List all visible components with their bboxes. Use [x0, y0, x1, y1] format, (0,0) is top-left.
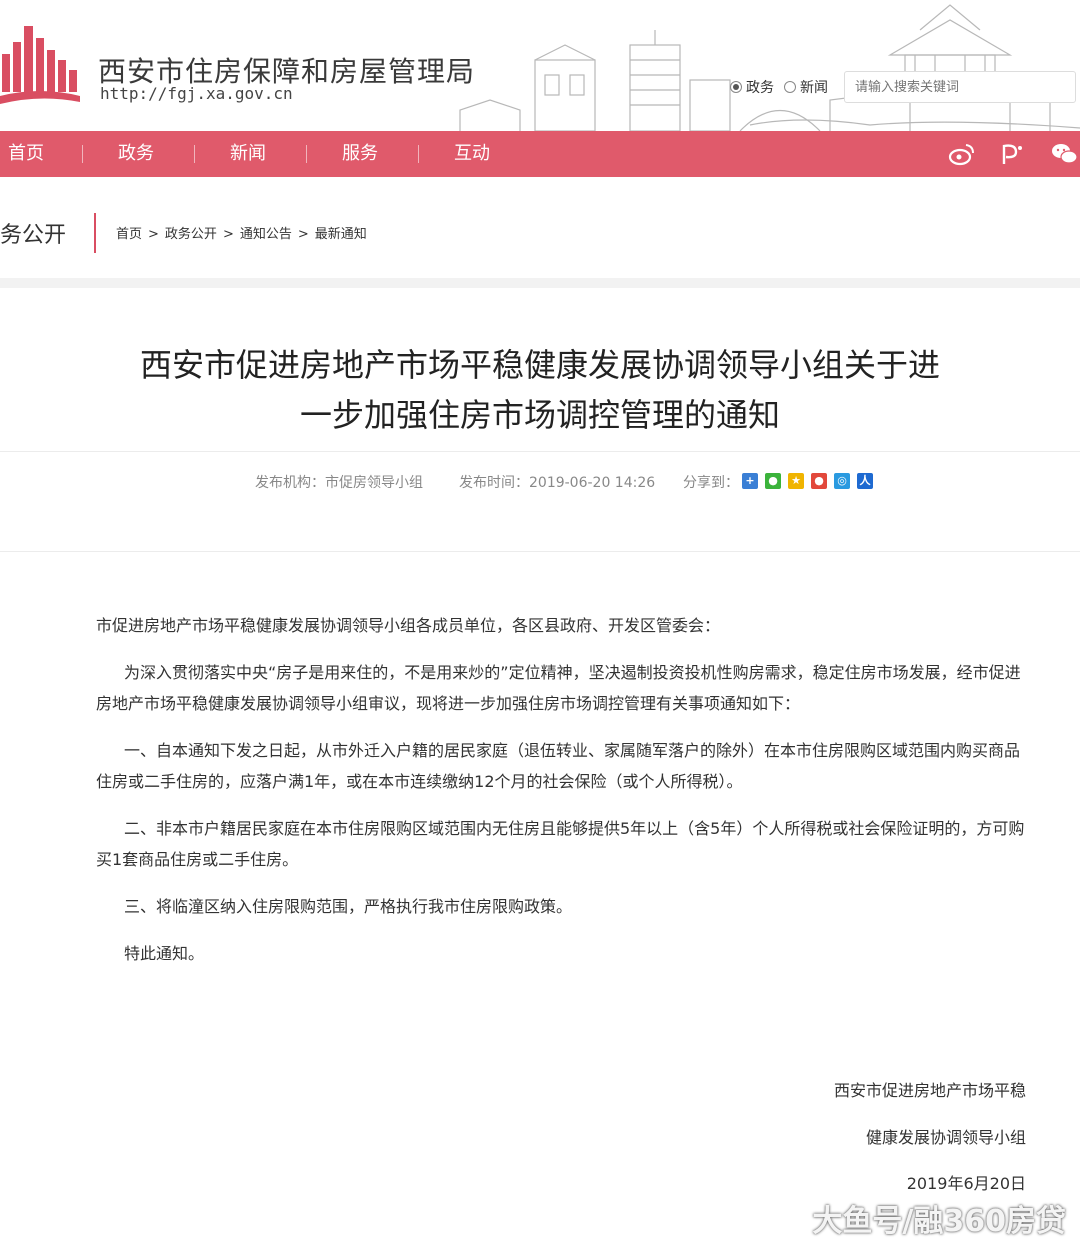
radio-dot[interactable]: [730, 81, 742, 93]
nav-separator: [418, 145, 419, 163]
share-icons: + ● ★ ● ◎ 人: [742, 473, 873, 489]
body-paragraph: 特此通知。: [124, 944, 205, 963]
divider: [0, 451, 1080, 452]
wechat-icon[interactable]: [1050, 140, 1078, 168]
nav-item-service[interactable]: 服务: [342, 131, 378, 177]
radio-dot[interactable]: [784, 81, 796, 93]
renren-share-icon[interactable]: 人: [857, 473, 873, 489]
share-label: 分享到：: [683, 475, 739, 491]
city-skyline-illustration: [459, 4, 1080, 131]
body-paragraph: 三、将临潼区纳入住房限购范围，严格执行我市住房限购政策。: [124, 897, 573, 916]
article-title: 西安市促进房地产市场平稳健康发展协调领导小组关于进 一步加强住房市场调控管理的通…: [0, 340, 1080, 440]
more-share-icon[interactable]: +: [742, 473, 758, 489]
radio-government[interactable]: 政务: [730, 77, 774, 97]
article-body: 市促进房地产市场平稳健康发展协调领导小组各成员单位，各区县政府、开发区管委会： …: [96, 610, 1026, 985]
search-area: 政务 新闻: [730, 70, 1076, 104]
breadcrumb-separator: >: [297, 227, 309, 242]
article-title-line: 一步加强住房市场调控管理的通知: [299, 396, 780, 434]
people-daily-icon[interactable]: [998, 140, 1026, 168]
breadcrumb-notices[interactable]: 通知公告: [240, 227, 292, 242]
nav-separator: [306, 145, 307, 163]
site-header: 西安市住房保障和房屋管理局 http://fgj.xa.gov.cn 政务 新闻…: [0, 0, 1080, 131]
watermark: 大鱼号/融360房贷: [812, 1204, 1066, 1239]
weibo-share-icon[interactable]: ●: [811, 473, 827, 489]
main-nav: 首页 政务 新闻 服务 互动: [0, 131, 1080, 177]
breadcrumb-home[interactable]: 首页: [116, 227, 142, 242]
signature-line: 西安市促进房地产市场平稳: [833, 1081, 1026, 1100]
site-url: http://fgj.xa.gov.cn: [100, 84, 293, 103]
radio-news[interactable]: 新闻: [784, 77, 828, 97]
divider: [0, 551, 1080, 552]
tencent-weibo-share-icon[interactable]: ◎: [834, 473, 850, 489]
nav-separator: [194, 145, 195, 163]
body-paragraph: 一、自本通知下发之日起，从市外迁入户籍的居民家庭（退伍转业、家属随军落户的除外）…: [96, 741, 1021, 791]
article-meta: 发布机构：市促房领导小组 发布时间：2019-06-20 14:26 分享到： …: [0, 472, 1080, 492]
wechat-share-icon[interactable]: ●: [765, 473, 781, 489]
city-logo-icon[interactable]: [0, 20, 80, 106]
nav-separator: [82, 145, 83, 163]
breadcrumb-latest-notice[interactable]: 最新通知: [315, 227, 367, 242]
qzone-share-icon[interactable]: ★: [788, 473, 804, 489]
weibo-icon[interactable]: [948, 140, 976, 168]
nav-item-news[interactable]: 新闻: [230, 131, 266, 177]
radio-label: 新闻: [800, 80, 828, 96]
publisher-label: 发布机构：市促房领导小组: [255, 475, 423, 491]
breadcrumb: 首页 > 政务公开 > 通知公告 > 最新通知: [116, 223, 367, 242]
breadcrumb-government-disclosure[interactable]: 政务公开: [165, 227, 217, 242]
section-divider: [94, 213, 96, 253]
radio-label: 政务: [746, 80, 774, 96]
nav-item-government[interactable]: 政务: [118, 131, 154, 177]
nav-item-interaction[interactable]: 互动: [454, 131, 490, 177]
signature-date: 2019年6月20日: [906, 1174, 1026, 1193]
breadcrumb-separator: >: [222, 227, 234, 242]
body-paragraph: 为深入贯彻落实中央“房子是用来住的，不是用来炒的”定位精神，坚决遏制投资投机性购…: [96, 663, 1021, 713]
section-title: 务公开: [0, 223, 67, 248]
publish-time: 发布时间：2019-06-20 14:26: [459, 475, 656, 491]
search-input[interactable]: [844, 71, 1076, 103]
signature-line: 健康发展协调领导小组: [865, 1128, 1026, 1147]
body-paragraph: 二、非本市户籍居民家庭在本市住房限购区域范围内无住房且能够提供5年以上（含5年）…: [96, 819, 1025, 869]
article-title-line: 西安市促进房地产市场平稳健康发展协调领导小组关于进: [139, 346, 940, 384]
nav-item-home[interactable]: 首页: [8, 131, 44, 177]
section-bar: 务公开 首页 > 政务公开 > 通知公告 > 最新通知: [0, 177, 1080, 288]
salutation: 市促进房地产市场平稳健康发展协调领导小组各成员单位，各区县政府、开发区管委会：: [96, 616, 721, 635]
breadcrumb-separator: >: [148, 227, 159, 242]
